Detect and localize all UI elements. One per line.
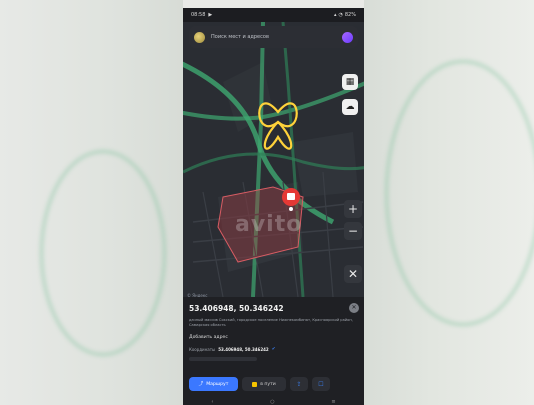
taxi-icon <box>252 381 258 387</box>
close-icon: ✕ <box>351 304 357 311</box>
yandex-logo-icon <box>194 31 205 43</box>
taxi-label: в пути <box>260 381 276 387</box>
share-button[interactable]: ⇪ <box>290 377 308 391</box>
route-icon: ⤴ <box>198 382 204 387</box>
add-address-link[interactable]: Добавить адрес <box>189 335 228 340</box>
plus-icon: + <box>347 202 359 216</box>
home-icon[interactable]: ○ <box>270 399 274 405</box>
layers-icon: ▦ <box>345 76 355 87</box>
zoom-out-button[interactable]: − <box>344 222 362 240</box>
avito-watermark: avito <box>235 212 303 237</box>
blurred-road-left <box>40 150 166 356</box>
bookmark-icon: ☐ <box>318 380 324 388</box>
android-nav-bar: ‹ ○ ≡ <box>183 399 364 405</box>
coordinates-label: Координаты <box>189 347 216 352</box>
location-off-icon: ✕ <box>347 267 359 281</box>
weather-icon: ☁ <box>345 101 355 112</box>
status-bar: 08:58 ▶ ▴ ◔ 82% <box>183 8 364 22</box>
back-icon[interactable]: ‹ <box>211 399 213 405</box>
zoom-in-button[interactable]: + <box>344 200 362 218</box>
coordinates-value[interactable]: 53.406948, 50.346242 <box>218 347 268 352</box>
action-buttons: ⤴ Маршрут в пути ⇪ ☐ <box>189 377 330 391</box>
location-off-button[interactable]: ✕ <box>344 265 362 283</box>
alice-assistant-icon[interactable] <box>342 31 353 43</box>
battery-level: 82% <box>344 12 356 18</box>
search-bar[interactable]: Поиск мест и адресов <box>189 26 358 48</box>
map-canvas <box>183 22 364 297</box>
blurred-road-right <box>385 60 534 326</box>
map-view[interactable]: avito ▦ ☁ + − ✕ © Яндекс <box>183 22 364 298</box>
share-icon: ⇪ <box>296 380 302 388</box>
save-button[interactable]: ☐ <box>312 377 330 391</box>
route-button[interactable]: ⤴ Маршрут <box>189 377 238 391</box>
taxi-button[interactable]: в пути <box>242 377 286 391</box>
place-card: 53.406948, 50.346242 ✕ дачный массив Сок… <box>183 297 364 405</box>
coordinates-row: Координаты 53.406948, 50.346242 ✔ <box>189 347 275 352</box>
recents-icon[interactable]: ≡ <box>331 399 335 405</box>
signal-icon: ▴ <box>333 12 337 18</box>
loading-placeholder <box>189 357 257 361</box>
play-icon: ▶ <box>208 12 213 18</box>
route-label: Маршрут <box>206 381 229 387</box>
wifi-icon: ◔ <box>338 12 343 18</box>
copy-icon[interactable]: ✔ <box>272 347 276 352</box>
minus-icon: − <box>347 224 359 238</box>
close-button[interactable]: ✕ <box>349 303 359 313</box>
coordinates-title: 53.406948, 50.346242 <box>189 304 284 313</box>
address-line: дачный массив Сокский, городское поселен… <box>189 318 353 327</box>
weather-button[interactable]: ☁ <box>342 99 358 115</box>
layers-button[interactable]: ▦ <box>342 74 358 90</box>
status-time: 08:58 <box>191 12 206 18</box>
search-input[interactable]: Поиск мест и адресов <box>211 34 342 40</box>
phone-screen: 08:58 ▶ ▴ ◔ 82% avito ▦ ☁ + − ✕ © Яндекс… <box>183 8 364 405</box>
